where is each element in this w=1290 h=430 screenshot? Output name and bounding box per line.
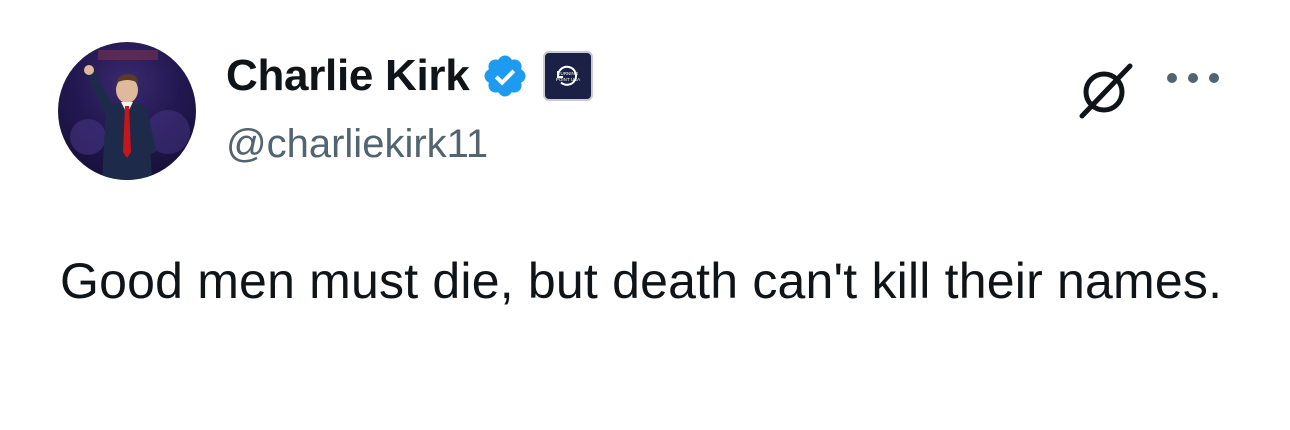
author-handle[interactable]: @charliekirk11 [226,122,488,167]
author-name-row: Charlie Kirk TURNING POINT USA [226,48,594,104]
grok-icon[interactable] [1074,58,1138,122]
affiliate-logo-text-2: POINT USA [556,77,580,82]
tweet-text: Good men must die, but death can't kill … [60,253,1223,309]
verified-badge-icon[interactable] [481,52,529,100]
author-avatar[interactable] [58,42,196,180]
profile-photo [70,50,190,180]
tweet-card: Charlie Kirk TURNING POINT USA @charliek… [0,0,1290,430]
turning-point-usa-logo: TURNING POINT USA [547,55,590,97]
affiliate-logo-text: TURNING [558,71,579,76]
affiliate-badge[interactable]: TURNING POINT USA [543,51,594,101]
more-options-icon[interactable] [1160,58,1226,98]
author-display-name[interactable]: Charlie Kirk [226,51,470,101]
